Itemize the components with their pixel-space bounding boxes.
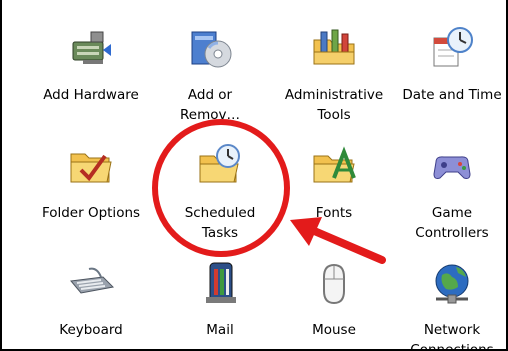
network-connections-icon — [428, 259, 476, 307]
game-controllers-icon — [428, 142, 476, 190]
item-network-connections[interactable]: Network Connections — [394, 241, 508, 351]
item-label: Fonts — [315, 205, 353, 221]
add-hardware-icon — [67, 24, 115, 72]
mouse-icon — [310, 259, 358, 307]
item-keyboard[interactable]: Keyboard — [33, 241, 149, 351]
item-mouse[interactable]: Mouse — [276, 241, 392, 351]
item-label: Network Connections — [410, 322, 494, 351]
item-mail[interactable]: Mail — [162, 241, 278, 351]
item-fonts[interactable]: Fonts — [276, 124, 392, 234]
item-folder-options[interactable]: Folder Options — [33, 124, 149, 234]
administrative-tools-icon — [310, 24, 358, 72]
item-label: Add Hardware — [43, 87, 139, 103]
folder-options-icon — [67, 142, 115, 190]
item-label: Mail — [206, 322, 234, 338]
item-label: Add or Remov… — [180, 87, 240, 123]
item-game-controllers[interactable]: Game Controllers — [394, 124, 508, 241]
item-scheduled-tasks[interactable]: Scheduled Tasks — [162, 124, 278, 241]
item-label: Mouse — [312, 322, 356, 338]
item-label: Keyboard — [59, 322, 123, 338]
item-label: Administrative Tools — [284, 87, 384, 123]
item-date-time[interactable]: Date and Time — [394, 6, 508, 116]
item-add-remove-programs[interactable]: Add or Remov… — [152, 6, 268, 123]
keyboard-icon — [67, 259, 115, 307]
add-remove-programs-icon — [186, 24, 234, 72]
item-label: Folder Options — [41, 205, 141, 221]
item-add-hardware[interactable]: Add Hardware — [33, 6, 149, 116]
item-label: Scheduled Tasks — [184, 205, 256, 241]
item-label: Date and Time — [402, 87, 502, 103]
scheduled-tasks-icon — [196, 142, 244, 190]
item-administrative-tools[interactable]: Administrative Tools — [276, 6, 392, 123]
fonts-icon — [310, 142, 358, 190]
item-label: Game Controllers — [415, 205, 489, 241]
mail-icon — [196, 259, 244, 307]
date-time-icon — [428, 24, 476, 72]
